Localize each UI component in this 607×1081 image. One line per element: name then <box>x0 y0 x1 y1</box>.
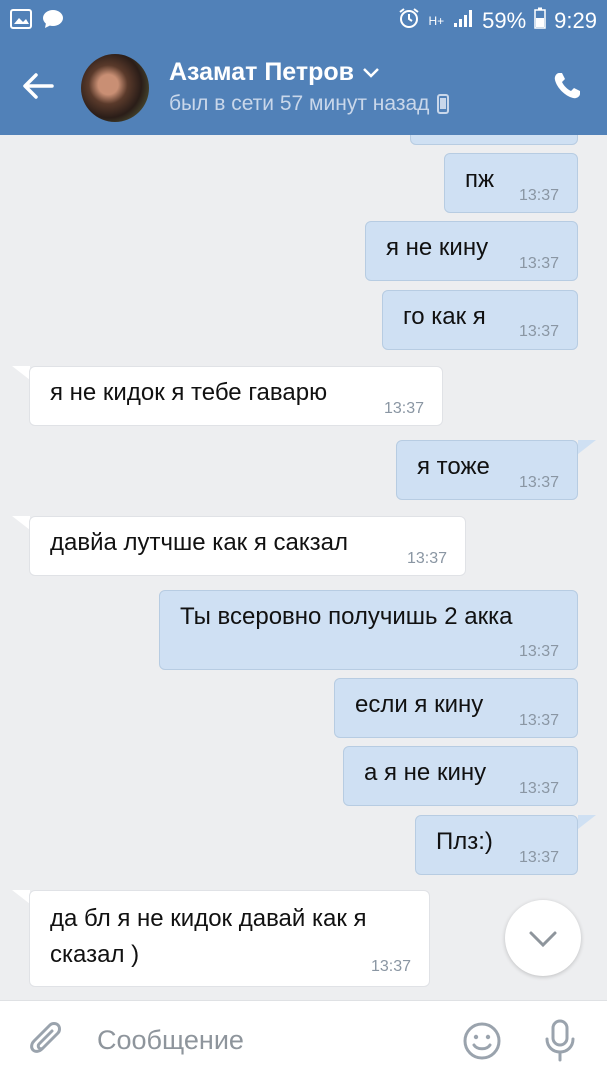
message-bubble-outgoing[interactable]: пж 13:37 <box>444 153 578 213</box>
message-time: 13:37 <box>383 400 424 417</box>
last-seen-status: был в сети 57 минут назад <box>169 92 450 116</box>
bubble-tail <box>12 890 30 904</box>
status-bar: H+ 59% 9:29 <box>0 0 607 40</box>
message-bubble-outgoing[interactable]: если я кину 13:37 <box>334 678 578 738</box>
emoji-icon[interactable] <box>462 1021 502 1061</box>
chevron-down-icon <box>529 931 557 948</box>
message-bubble-incoming[interactable]: я не кидок я тебе гаварю 13:37 <box>29 366 443 426</box>
battery-percent: 59% <box>482 8 527 33</box>
message-text: а я не кину <box>364 759 487 786</box>
message-time: 13:37 <box>518 780 559 797</box>
message-time: 13:37 <box>518 849 559 866</box>
chevron-down-icon <box>363 67 379 78</box>
paperclip-icon[interactable] <box>28 1021 68 1061</box>
last-seen-text: был в сети 57 минут назад <box>169 92 430 115</box>
message-bubble-outgoing[interactable]: я тоже 13:37 <box>396 440 578 500</box>
back-button[interactable] <box>18 66 62 110</box>
avatar[interactable] <box>81 54 149 122</box>
scroll-to-bottom-button[interactable] <box>505 900 581 976</box>
message-bubble-outgoing[interactable]: го как я 13:37 <box>382 290 578 350</box>
message-text-line: сказал ) <box>50 941 140 968</box>
message-text: го как я <box>403 303 486 330</box>
contact-name-dropdown[interactable]: Азамат Петров <box>169 58 380 87</box>
bubble-tail <box>12 366 30 380</box>
message-bubble-outgoing[interactable]: Ты всеровно получишь 2 акка 13:37 <box>159 590 578 670</box>
message-bubble-partial <box>410 135 578 145</box>
clock: 9:29 <box>554 8 597 33</box>
battery-icon <box>534 7 546 35</box>
message-input[interactable]: Сообщение <box>97 1025 244 1056</box>
bubble-tail <box>578 440 596 454</box>
message-bubble-incoming[interactable]: да бл я не кидок давай как я сказал ) 13… <box>29 890 430 987</box>
message-text: я не кидок я тебе гаварю <box>50 379 328 406</box>
message-notification-icon <box>42 9 64 35</box>
message-bubble-outgoing[interactable]: я не кину 13:37 <box>365 221 578 281</box>
message-bubble-outgoing[interactable]: Плз:) 13:37 <box>415 815 578 875</box>
bubble-tail <box>12 516 30 530</box>
message-time: 13:37 <box>518 323 559 340</box>
message-text: пж <box>465 166 495 193</box>
message-text: давйа лутчше как я сакзал <box>50 529 348 556</box>
bubble-tail <box>578 815 596 829</box>
message-text: я не кину <box>386 234 489 261</box>
arrow-left-icon <box>23 73 54 99</box>
message-text: я тоже <box>417 453 490 480</box>
mobile-device-icon <box>437 94 450 114</box>
call-button[interactable] <box>551 70 583 102</box>
chat-header: Азамат Петров был в сети 57 минут назад <box>0 40 607 135</box>
gallery-notification-icon <box>10 9 32 35</box>
message-time: 13:37 <box>518 712 559 729</box>
contact-name: Азамат Петров <box>169 58 355 86</box>
message-time: 13:37 <box>518 255 559 272</box>
message-text-line: да бл я не кидок давай как я <box>50 905 367 932</box>
message-time: 13:37 <box>518 187 559 204</box>
message-bubble-incoming[interactable]: давйа лутчше как я сакзал 13:37 <box>29 516 466 576</box>
message-time: 13:37 <box>518 643 559 660</box>
message-text: если я кину <box>355 691 484 718</box>
message-time: 13:37 <box>406 550 447 567</box>
signal-icon <box>452 8 474 34</box>
message-composer: Сообщение <box>0 1000 607 1081</box>
message-time: 13:37 <box>518 474 559 491</box>
alarm-icon <box>398 7 420 35</box>
network-type-label: H+ <box>428 14 445 28</box>
microphone-icon[interactable] <box>540 1019 580 1063</box>
message-time: 13:37 <box>370 958 411 975</box>
phone-icon <box>554 73 580 99</box>
message-text: Плз:) <box>436 828 493 855</box>
message-text: Ты всеровно получишь 2 акка <box>180 603 513 630</box>
message-feed[interactable]: пж 13:37 я не кину 13:37 го как я 13:37 … <box>0 135 607 1000</box>
message-bubble-outgoing[interactable]: а я не кину 13:37 <box>343 746 578 806</box>
